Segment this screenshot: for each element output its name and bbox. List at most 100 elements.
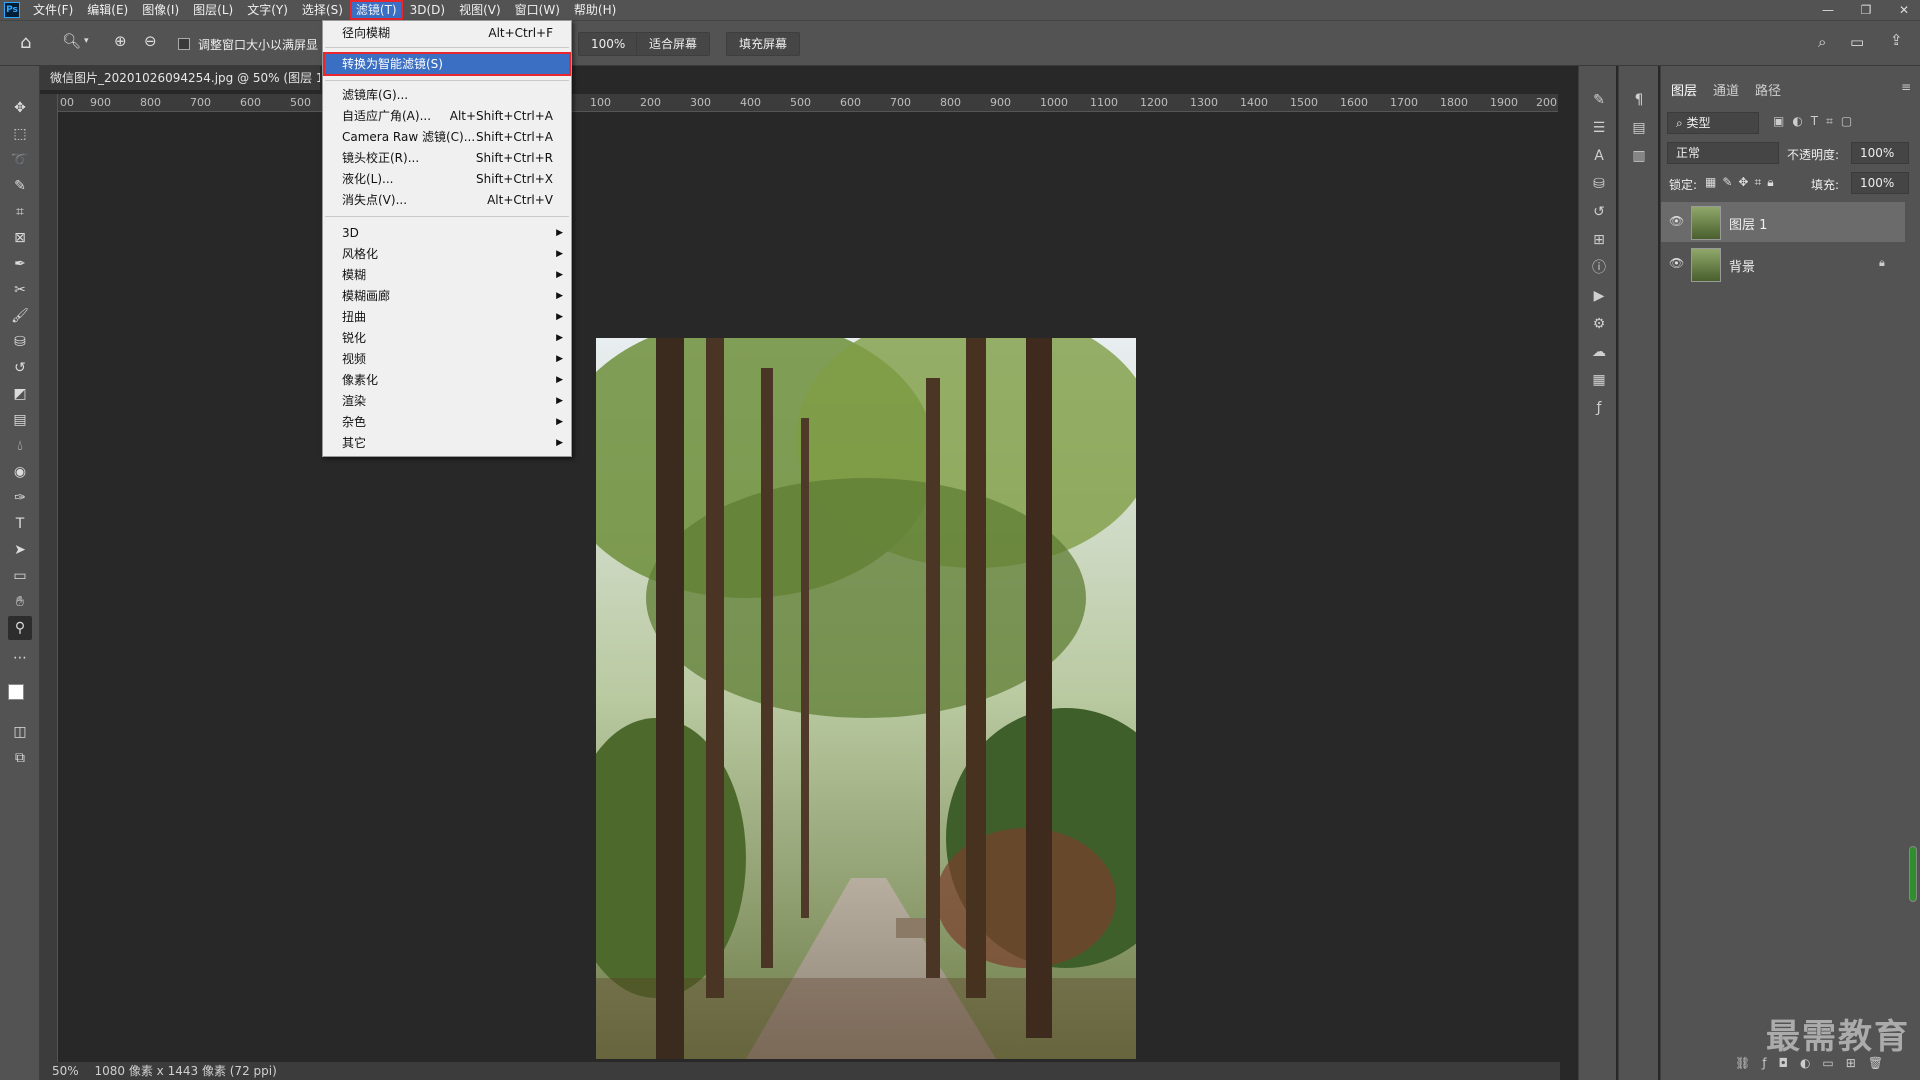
document-tab[interactable]: 微信图片_20201026094254.jpg @ 50% (图层 1, [40, 66, 320, 90]
quick-mask-icon[interactable]: ◫ [8, 720, 32, 744]
menu-item-radial-blur[interactable]: 径向模糊 Alt+Ctrl+F [323, 23, 571, 44]
layer-filter-icons[interactable]: ▣◐T⌗▢ [1773, 114, 1860, 129]
layer-filter-select[interactable]: ⌕ 类型 [1667, 112, 1759, 134]
close-button[interactable]: ✕ [1886, 0, 1920, 20]
layer-name[interactable]: 背景 [1729, 256, 1755, 275]
workspace-icon[interactable]: ▭ [1850, 35, 1864, 50]
gradient-tool-icon[interactable]: ▤ [8, 408, 32, 432]
menu-item-adaptive-wide-angle[interactable]: 自适应广角(A)... Alt+Shift+Ctrl+A [323, 106, 571, 127]
menu-item-camera-raw[interactable]: Camera Raw 滤镜(C)... Shift+Ctrl+A [323, 127, 571, 148]
menu-select[interactable]: 选择(S) [295, 0, 350, 20]
menu-item-filter-gallery[interactable]: 滤镜库(G)... [323, 85, 571, 106]
eye-icon[interactable]: 👁︎ [1669, 256, 1684, 270]
menu-item-render[interactable]: 渲染 ▶ [323, 391, 571, 412]
timeline-icon[interactable]: ▦ [1589, 370, 1609, 390]
menu-item-convert-smart-filters[interactable]: 转换为智能滤镜(S) [323, 52, 571, 76]
menu-item-liquify[interactable]: 液化(L)... Shift+Ctrl+X [323, 169, 571, 190]
type-tool-icon[interactable]: T [8, 512, 32, 536]
menu-layer[interactable]: 图层(L) [186, 0, 240, 20]
status-zoom[interactable]: 50% [52, 1064, 79, 1078]
menu-filter[interactable]: 滤镜(T) [349, 0, 403, 20]
lock-icons[interactable]: ▦✎✥⌗🔒︎ [1705, 175, 1780, 190]
character-icon[interactable]: A [1589, 146, 1609, 166]
search-icon[interactable]: ⌕ [1818, 35, 1826, 50]
menu-item-blur-gallery[interactable]: 模糊画廊 ▶ [323, 286, 571, 307]
healing-tool-icon[interactable]: ✂ [8, 278, 32, 302]
tab-channels[interactable]: 通道 [1713, 80, 1739, 99]
menu-item-pixelate[interactable]: 像素化 ▶ [323, 370, 571, 391]
menu-3d[interactable]: 3D(D) [403, 0, 452, 20]
rectangle-tool-icon[interactable]: ▭ [8, 564, 32, 588]
opacity-input[interactable]: 100% [1851, 142, 1909, 164]
layer-row[interactable]: 👁︎ 图层 1 [1661, 202, 1905, 242]
fill-input[interactable]: 100% [1851, 172, 1909, 194]
menu-item-distort[interactable]: 扭曲 ▶ [323, 307, 571, 328]
brush-tool-icon[interactable]: 🖌︎ [8, 304, 32, 328]
panel-menu-icon[interactable]: ≡ [1901, 80, 1911, 94]
tab-layers[interactable]: 图层 [1671, 80, 1697, 99]
menu-window[interactable]: 窗口(W) [508, 0, 567, 20]
fit-screen-button[interactable]: 适合屏幕 [636, 32, 711, 56]
quick-select-tool-icon[interactable]: ✎ [8, 174, 32, 198]
home-icon[interactable]: ⌂ [20, 34, 31, 52]
actions-play-icon[interactable]: ▶ [1589, 286, 1609, 306]
minimize-button[interactable]: — [1810, 0, 1846, 20]
pen-tool-icon[interactable]: ✑ [8, 486, 32, 510]
path-select-tool-icon[interactable]: ➤ [8, 538, 32, 562]
scrollbar[interactable] [1909, 846, 1917, 902]
layer-row[interactable]: 👁︎ 背景 🔒︎ [1661, 244, 1905, 284]
zoom-100-button[interactable]: 100% [578, 32, 639, 56]
status-document-info[interactable]: 1080 像素 x 1443 像素 (72 ppi) [95, 1064, 277, 1078]
menu-item-video[interactable]: 视频 ▶ [323, 349, 571, 370]
menu-item-3d[interactable]: 3D ▶ [323, 223, 571, 244]
zoom-out-icon[interactable]: ⊖ [144, 34, 157, 49]
styles-fx-icon[interactable]: ƒ [1589, 398, 1609, 418]
menu-item-lens-correction[interactable]: 镜头校正(R)... Shift+Ctrl+R [323, 148, 571, 169]
menu-item-blur[interactable]: 模糊 ▶ [323, 265, 571, 286]
blur-tool-icon[interactable]: 💧︎ [8, 434, 32, 458]
history-icon[interactable]: ↺ [1589, 202, 1609, 222]
brush-settings-icon[interactable]: ✎ [1589, 90, 1609, 110]
zoom-tool-icon[interactable]: ⚲ [8, 616, 32, 640]
crop-tool-icon[interactable]: ⌗ [8, 200, 32, 224]
chevron-down-icon[interactable]: ▾ [84, 37, 89, 46]
menu-item-stylize[interactable]: 风格化 ▶ [323, 244, 571, 265]
eyedropper-tool-icon[interactable]: ✒ [8, 252, 32, 276]
eye-icon[interactable]: 👁︎ [1669, 214, 1684, 228]
libraries-icon[interactable]: ⊞ [1589, 230, 1609, 250]
paragraph-icon[interactable]: ¶ [1629, 90, 1649, 110]
menu-item-vanishing-point[interactable]: 消失点(V)... Alt+Ctrl+V [323, 190, 571, 211]
fill-screen-button[interactable]: 填充屏幕 [726, 32, 801, 56]
menu-item-sharpen[interactable]: 锐化 ▶ [323, 328, 571, 349]
frame-tool-icon[interactable]: ⊠ [8, 226, 32, 250]
menu-file[interactable]: 文件(F) [26, 0, 80, 20]
clone-source-icon[interactable]: ⛁ [1589, 174, 1609, 194]
screen-mode-icon[interactable]: ⧉ [8, 746, 32, 770]
history-brush-icon[interactable]: ↺ [8, 356, 32, 380]
adjustments-icon[interactable]: ☰ [1589, 118, 1609, 138]
zoom-in-icon[interactable]: ⊕ [114, 34, 127, 49]
restore-button[interactable]: ❐ [1848, 0, 1884, 20]
menu-type[interactable]: 文字(Y) [240, 0, 295, 20]
info-icon[interactable]: ⓘ [1589, 258, 1609, 278]
properties-icon[interactable]: ▤ [1629, 118, 1649, 138]
layer-action-icons[interactable]: ⛓ƒ◘◐▭⊞🗑︎ [1735, 1056, 1895, 1070]
document-canvas[interactable] [58, 112, 1558, 1064]
menu-help[interactable]: 帮助(H) [567, 0, 623, 20]
resize-window-checkbox[interactable] [178, 38, 190, 50]
move-tool-icon[interactable]: ✥ [8, 96, 32, 120]
menu-image[interactable]: 图像(I) [135, 0, 186, 20]
hand-tool-icon[interactable]: ✋︎ [8, 590, 32, 614]
stamp-tool-icon[interactable]: ⛁ [8, 330, 32, 354]
layer-name[interactable]: 图层 1 [1729, 214, 1767, 233]
tool-presets-icon[interactable]: ⚙ [1589, 314, 1609, 334]
zoom-tool-icon[interactable]: 🔍︎ [62, 34, 81, 49]
eraser-tool-icon[interactable]: ◩ [8, 382, 32, 406]
foreground-color-swatch[interactable] [8, 684, 24, 700]
notes-icon[interactable]: ▥ [1629, 146, 1649, 166]
menu-edit[interactable]: 编辑(E) [80, 0, 135, 20]
dodge-tool-icon[interactable]: ◉ [8, 460, 32, 484]
menu-view[interactable]: 视图(V) [452, 0, 508, 20]
menu-item-noise[interactable]: 杂色 ▶ [323, 412, 571, 433]
lasso-tool-icon[interactable]: ➰ [8, 148, 32, 172]
